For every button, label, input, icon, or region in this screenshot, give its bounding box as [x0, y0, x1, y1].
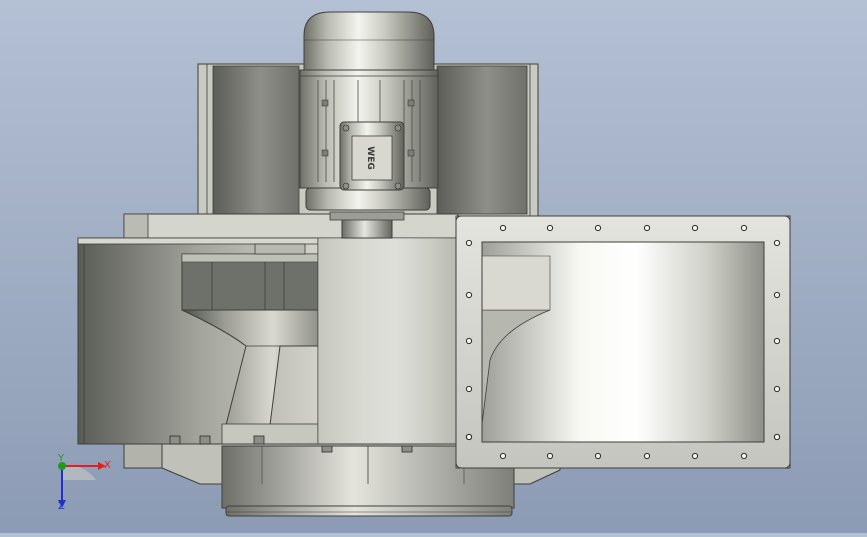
triad-plane [62, 465, 96, 480]
triad-y-label: Y [58, 453, 65, 464]
flange-bolt-hole [740, 452, 748, 460]
flange-bolt-hole [773, 433, 781, 441]
flange-bolt-hole [643, 452, 651, 460]
flange-bolt-hole [594, 224, 602, 232]
electric-motor: WEG [299, 11, 439, 211]
motor-nameplate-text: WEG [365, 146, 375, 169]
terminal-box: WEG [339, 121, 405, 191]
flange-bolt-hole [691, 224, 699, 232]
flange-bolt-hole [546, 224, 554, 232]
impeller-window [181, 243, 323, 311]
flange-bolt-hole [643, 224, 651, 232]
scroll-housing [317, 237, 461, 445]
flange-bolt-hole [773, 385, 781, 393]
flange-bolt-hole [499, 452, 507, 460]
triad-z-label: Z [58, 501, 65, 512]
flange-bolt-hole [465, 433, 473, 441]
flange-bolt-hole [740, 224, 748, 232]
flange-bolt-hole [546, 452, 554, 460]
flange-bolt-hole [594, 452, 602, 460]
flange-bolt-hole [465, 239, 473, 247]
outlet-duct [479, 239, 765, 445]
flange-bolt-hole [465, 337, 473, 345]
flange-bolt-hole [465, 291, 473, 299]
triad-x-label: X [104, 460, 111, 471]
flange-bolt-hole [773, 239, 781, 247]
flange-bolt-hole [691, 452, 699, 460]
cad-viewport[interactable]: WEG X Y Z [0, 0, 867, 533]
flange-bolt-hole [465, 385, 473, 393]
flange-bolt-hole [773, 291, 781, 299]
flange-bolt-hole [773, 337, 781, 345]
flange-bolt-hole [499, 224, 507, 232]
housing-top-plate [123, 213, 459, 239]
